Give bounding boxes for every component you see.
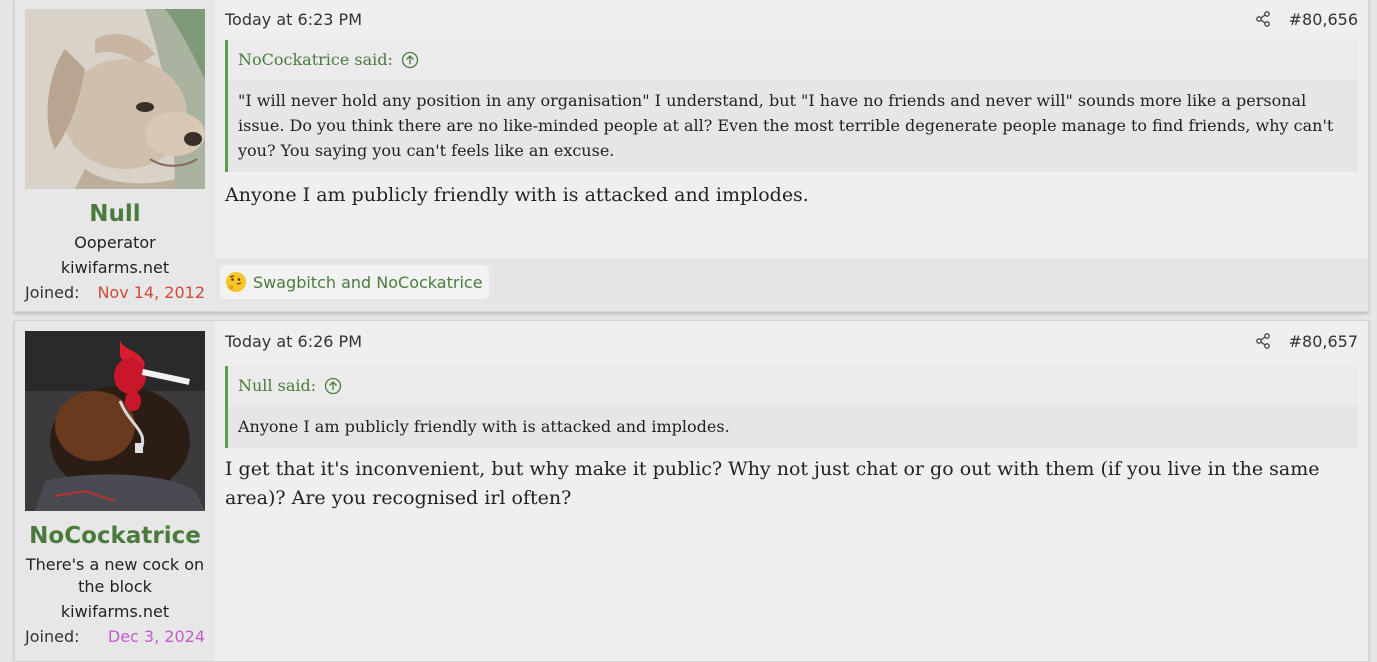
quote-block: Null said: Anyone I am publicly friendly…	[225, 366, 1358, 448]
joined-date: Dec 3, 2024	[107, 627, 205, 646]
post-number-link[interactable]: #80,656	[1289, 10, 1358, 29]
user-cell: Null Ooperator kiwifarms.net Joined: Nov…	[15, 0, 215, 311]
message-cell: Today at 6:26 PM #80,657 Null said: Anyo…	[215, 321, 1368, 661]
share-icon[interactable]	[1255, 333, 1271, 349]
post: NoCockatrice There's a new cock on the b…	[14, 320, 1369, 662]
user-cell: NoCockatrice There's a new cock on the b…	[15, 321, 215, 661]
reaction-users[interactable]: Swagbitch and NoCockatrice	[253, 273, 483, 292]
user-title: Ooperator	[74, 233, 156, 252]
thinking-emoji-icon	[226, 272, 246, 292]
joined-label: Joined:	[25, 627, 80, 646]
quote-author[interactable]: Null said:	[238, 366, 316, 406]
post-timestamp[interactable]: Today at 6:26 PM	[225, 332, 362, 351]
quote-block: NoCockatrice said: "I will never hold an…	[225, 40, 1358, 172]
user-banner: kiwifarms.net	[60, 258, 170, 277]
quote-author[interactable]: NoCockatrice said:	[238, 40, 393, 80]
quote-header[interactable]: Null said:	[228, 366, 1358, 406]
quote-header[interactable]: NoCockatrice said:	[228, 40, 1358, 80]
joined-label: Joined:	[25, 283, 80, 302]
user-banner: kiwifarms.net	[60, 602, 170, 621]
jump-to-quote-icon[interactable]	[324, 377, 342, 395]
post-timestamp[interactable]: Today at 6:23 PM	[225, 10, 362, 29]
post-header: Today at 6:26 PM #80,657	[225, 330, 1358, 352]
joined-row: Joined: Dec 3, 2024	[25, 626, 205, 648]
username[interactable]: NoCockatrice	[25, 521, 205, 551]
username[interactable]: Null	[25, 199, 205, 229]
joined-date: Nov 14, 2012	[97, 283, 205, 302]
reactions-bar: Swagbitch and NoCockatrice	[215, 258, 1368, 311]
message-body: I get that it's inconvenient, but why ma…	[225, 458, 1320, 509]
reaction-summary[interactable]: Swagbitch and NoCockatrice	[220, 265, 489, 299]
message-cell: Today at 6:23 PM #80,656 NoCockatrice sa…	[215, 0, 1368, 311]
avatar[interactable]	[25, 331, 205, 511]
message-body: Anyone I am publicly friendly with is at…	[225, 184, 809, 206]
avatar[interactable]	[25, 9, 205, 189]
post-header: Today at 6:23 PM #80,656	[225, 8, 1358, 30]
jump-to-quote-icon[interactable]	[401, 51, 419, 69]
quote-text: "I will never hold any position in any o…	[238, 91, 1334, 160]
joined-row: Joined: Nov 14, 2012	[25, 282, 205, 304]
post-number-link[interactable]: #80,657	[1289, 332, 1358, 351]
quote-text: Anyone I am publicly friendly with is at…	[238, 417, 730, 436]
share-icon[interactable]	[1255, 11, 1271, 27]
post: Null Ooperator kiwifarms.net Joined: Nov…	[14, 0, 1369, 312]
user-title: There's a new cock on the block	[25, 555, 205, 596]
